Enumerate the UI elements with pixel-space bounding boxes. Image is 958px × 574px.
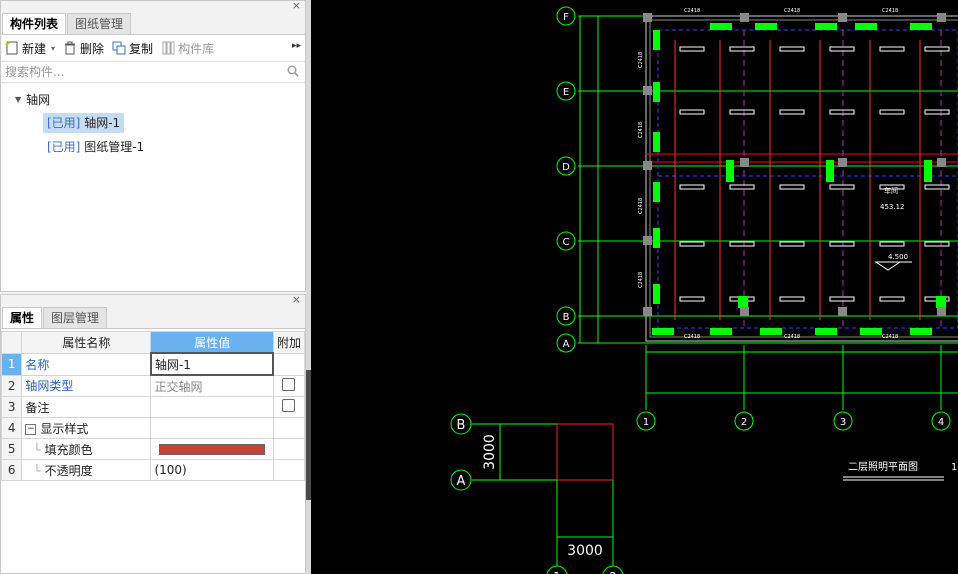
opacity-value[interactable]: (100) bbox=[150, 459, 274, 481]
col-axis-label: 3 bbox=[840, 417, 846, 428]
name-value-field[interactable]: 轴网-1 bbox=[149, 352, 275, 376]
dimension-vertical: 3000 bbox=[482, 434, 498, 470]
col-axis-label: 2 bbox=[741, 417, 747, 428]
window-tag: C2418 bbox=[638, 272, 644, 288]
tab-properties[interactable]: 属性 bbox=[2, 307, 43, 328]
preview-row-axis: A bbox=[457, 474, 466, 489]
building-outline bbox=[645, 15, 958, 342]
drawing-canvas[interactable]: C2418 C2418 C2418 C2418 C2418 C2418 C241… bbox=[311, 0, 958, 574]
left-dock: × 构件列表 图纸管理 新建 ▾ 删除 复制 构件库 ▸▸ 搜索构件... ▼ … bbox=[0, 0, 306, 574]
window-tag: C2418 bbox=[784, 8, 800, 14]
elevation-label: 4.500 bbox=[888, 253, 908, 261]
delete-button[interactable]: 删除 bbox=[63, 40, 104, 57]
fill-color-swatch[interactable] bbox=[159, 444, 266, 455]
component-toolbar: 新建 ▾ 删除 复制 构件库 ▸▸ bbox=[1, 35, 305, 62]
window-tag: C2418 bbox=[882, 8, 898, 14]
table-row[interactable]: 5 └ 填充颜色 bbox=[0, 438, 306, 460]
room-labels: 车间 453.12 4.500 bbox=[874, 186, 912, 271]
more-icon[interactable]: ▸▸ bbox=[292, 41, 301, 51]
extra-checkbox[interactable] bbox=[282, 377, 296, 391]
window-tag: C2418 bbox=[684, 334, 700, 340]
properties-panel: × 属性 图层管理 属性名称 属性值 附加 1 名称 轴网-1 2 轴网类型 正… bbox=[0, 293, 306, 574]
preview-col-axis: 2 bbox=[609, 570, 617, 574]
table-row[interactable]: 6 └ 不透明度 (100) bbox=[0, 459, 306, 481]
row-axis-label: F bbox=[563, 12, 569, 23]
header-property-name: 属性名称 bbox=[21, 331, 152, 354]
component-library-button[interactable]: 构件库 bbox=[161, 40, 214, 57]
copy-button[interactable]: 复制 bbox=[112, 40, 153, 57]
axis-grid-preview: B A 3000 3000 1 2 bbox=[450, 413, 624, 574]
tab-drawing-management[interactable]: 图纸管理 bbox=[67, 13, 132, 34]
window-tag: C2418 bbox=[882, 334, 898, 340]
col-axis-label: 1 bbox=[643, 417, 649, 428]
row-axis-label: D bbox=[562, 162, 570, 173]
component-search bbox=[1, 62, 305, 83]
extra-checkbox[interactable] bbox=[282, 399, 296, 412]
cad-drawing[interactable]: C2418 C2418 C2418 C2418 C2418 C2418 C241… bbox=[311, 0, 958, 574]
row-axis-label: A bbox=[563, 339, 570, 350]
tree-item-drawing-management-1[interactable]: [已用] 图纸管理-1 bbox=[43, 137, 148, 157]
window-tags: C2418 C2418 C2418 C2418 C2418 C2418 C241… bbox=[638, 8, 898, 340]
panel2-tabs: 属性 图层管理 bbox=[1, 307, 305, 329]
new-button[interactable]: 新建 ▾ bbox=[5, 40, 55, 57]
panel1-tabs: 构件列表 图纸管理 bbox=[1, 13, 305, 35]
remark-value-field[interactable] bbox=[150, 396, 274, 418]
plan-title-text: 二层照明平面图 bbox=[848, 461, 918, 473]
window-tag: C2418 bbox=[638, 198, 644, 214]
table-row[interactable]: 2 轴网类型 正交轴网 bbox=[0, 374, 306, 397]
axis-bubbles-cols: 1 2 3 4 bbox=[636, 411, 951, 431]
dimension-horizontal: 3000 bbox=[567, 543, 603, 559]
tab-layer-management[interactable]: 图层管理 bbox=[43, 307, 108, 328]
trash-icon bbox=[65, 41, 76, 55]
collapse-icon[interactable]: − bbox=[25, 423, 37, 435]
close-icon[interactable]: × bbox=[292, 293, 301, 306]
sheet-number: 1 bbox=[951, 462, 957, 473]
room-number: 453.12 bbox=[880, 203, 905, 211]
window-tag: C2418 bbox=[784, 334, 800, 340]
library-icon bbox=[162, 41, 175, 55]
green-symbols bbox=[652, 23, 946, 335]
table-row[interactable]: 3 备注 bbox=[0, 396, 306, 418]
preview-col-axis: 1 bbox=[553, 570, 561, 574]
table-header-row: 属性名称 属性值 附加 bbox=[0, 331, 306, 354]
window-tag: C2418 bbox=[638, 122, 644, 138]
plan-title: 二层照明平面图 1 bbox=[843, 461, 957, 481]
window-tag: C2418 bbox=[684, 8, 700, 14]
expand-arrow-icon[interactable]: ▼ bbox=[15, 95, 21, 104]
axis-grid-main bbox=[578, 15, 958, 410]
copy-icon bbox=[112, 41, 126, 55]
dropdown-arrow-icon[interactable]: ▾ bbox=[51, 44, 55, 53]
row-axis-label: C bbox=[563, 237, 570, 248]
header-extra: 附加 bbox=[272, 331, 306, 354]
header-property-value: 属性值 bbox=[150, 331, 274, 354]
row-axis-label: B bbox=[563, 312, 570, 323]
search-input[interactable] bbox=[5, 65, 275, 79]
axis-bubbles-rows: F E D C B A bbox=[556, 6, 576, 353]
tab-component-list[interactable]: 构件列表 bbox=[2, 13, 67, 34]
tree-node-axis-grid[interactable]: ▼ 轴网 bbox=[15, 91, 50, 108]
table-row[interactable]: 1 名称 轴网-1 bbox=[0, 352, 306, 376]
tree-item-axis-grid-1[interactable]: [已用] 轴网-1 bbox=[43, 113, 125, 133]
window-tag: C2418 bbox=[638, 52, 644, 68]
component-list-panel: × 构件列表 图纸管理 新建 ▾ 删除 复制 构件库 ▸▸ 搜索构件... ▼ … bbox=[0, 0, 306, 292]
properties-table: 属性名称 属性值 附加 1 名称 轴网-1 2 轴网类型 正交轴网 3 备注 4… bbox=[0, 331, 306, 481]
new-icon bbox=[5, 41, 18, 55]
table-row[interactable]: 4 − 显示样式 bbox=[0, 417, 306, 439]
col-axis-label: 4 bbox=[938, 417, 944, 428]
columns bbox=[643, 13, 946, 316]
search-icon[interactable] bbox=[287, 65, 299, 77]
row-axis-label: E bbox=[563, 87, 569, 98]
close-icon[interactable]: × bbox=[292, 0, 301, 12]
preview-row-axis: B bbox=[457, 418, 466, 433]
room-name: 车间 bbox=[884, 186, 898, 195]
